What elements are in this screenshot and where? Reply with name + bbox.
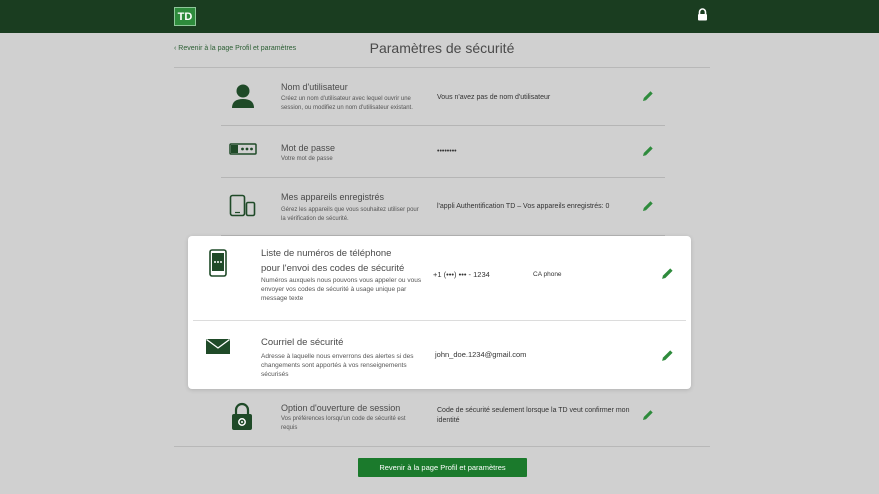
user-icon xyxy=(232,84,254,108)
edit-username-pencil-icon[interactable] xyxy=(642,90,654,102)
devices-title: Mes appareils enregistrés xyxy=(281,192,385,202)
phone-desc: Numéros auxquels nous pouvons vous appel… xyxy=(261,277,422,302)
edit-signin-option-pencil-icon[interactable] xyxy=(642,409,654,421)
edit-phone-pencil-icon[interactable] xyxy=(661,267,674,280)
td-logo[interactable]: TD xyxy=(174,7,196,26)
edit-password-pencil-icon[interactable] xyxy=(642,145,654,157)
phone-number-value: +1 (•••) ••• - 1234 xyxy=(433,270,490,279)
username-title: Nom d'utilisateur xyxy=(281,82,348,92)
edit-devices-pencil-icon[interactable] xyxy=(642,200,654,212)
highlight-card: Liste de numéros de téléphone pour l'env… xyxy=(188,236,691,389)
lock-icon[interactable] xyxy=(697,8,708,21)
devices-icon xyxy=(229,194,256,217)
phone-icon xyxy=(209,249,227,277)
phone-title-line1: Liste de numéros de téléphone xyxy=(261,248,392,259)
lock-gear-icon xyxy=(232,402,252,430)
password-title: Mot de passe xyxy=(281,143,336,153)
signin-option-value: Code de sécurité seulement lorsque la TD… xyxy=(437,407,630,424)
phone-country-value: CA phone xyxy=(533,271,562,278)
password-value: •••••••• xyxy=(437,148,457,155)
email-value: john_doe.1234@gmail.com xyxy=(435,350,527,359)
devices-value: l'appli Authentification TD – Vos appare… xyxy=(437,203,610,210)
devices-desc: Gérez les appareils que vous souhaitez u… xyxy=(281,207,419,222)
password-icon xyxy=(229,143,257,155)
username-row: Nom d'utilisateur Créez un nom d'utilisa… xyxy=(221,68,665,126)
top-bar: TD xyxy=(0,0,879,33)
email-desc: Adresse à laquelle nous enverrons des al… xyxy=(261,353,414,378)
card-divider xyxy=(193,320,686,321)
edit-email-pencil-icon[interactable] xyxy=(661,349,674,362)
email-title: Courriel de sécurité xyxy=(261,337,344,348)
page-title: Paramètres de sécurité xyxy=(369,40,515,56)
password-row: Mot de passe Votre mot de passe •••••••• xyxy=(221,126,665,178)
devices-row: Mes appareils enregistrés Gérez les appa… xyxy=(221,178,665,236)
phone-title-line2: pour l'envoi des codes de sécurité xyxy=(261,263,405,274)
signin-option-desc: Vos préférences lorsqu'un code de sécuri… xyxy=(281,416,406,431)
footer-divider xyxy=(174,446,710,447)
username-value: Vous n'avez pas de nom d'utilisateur xyxy=(437,94,551,101)
password-desc: Votre mot de passe xyxy=(281,156,333,162)
signin-option-title: Option d'ouverture de session xyxy=(281,403,401,413)
mail-icon xyxy=(206,339,230,354)
signin-option-row: Option d'ouverture de session Vos préfér… xyxy=(221,390,665,446)
back-to-profile-button[interactable]: Revenir à la page Profil et paramètres xyxy=(358,458,527,477)
username-desc: Créez un nom d'utilisateur avec lequel o… xyxy=(281,96,413,111)
